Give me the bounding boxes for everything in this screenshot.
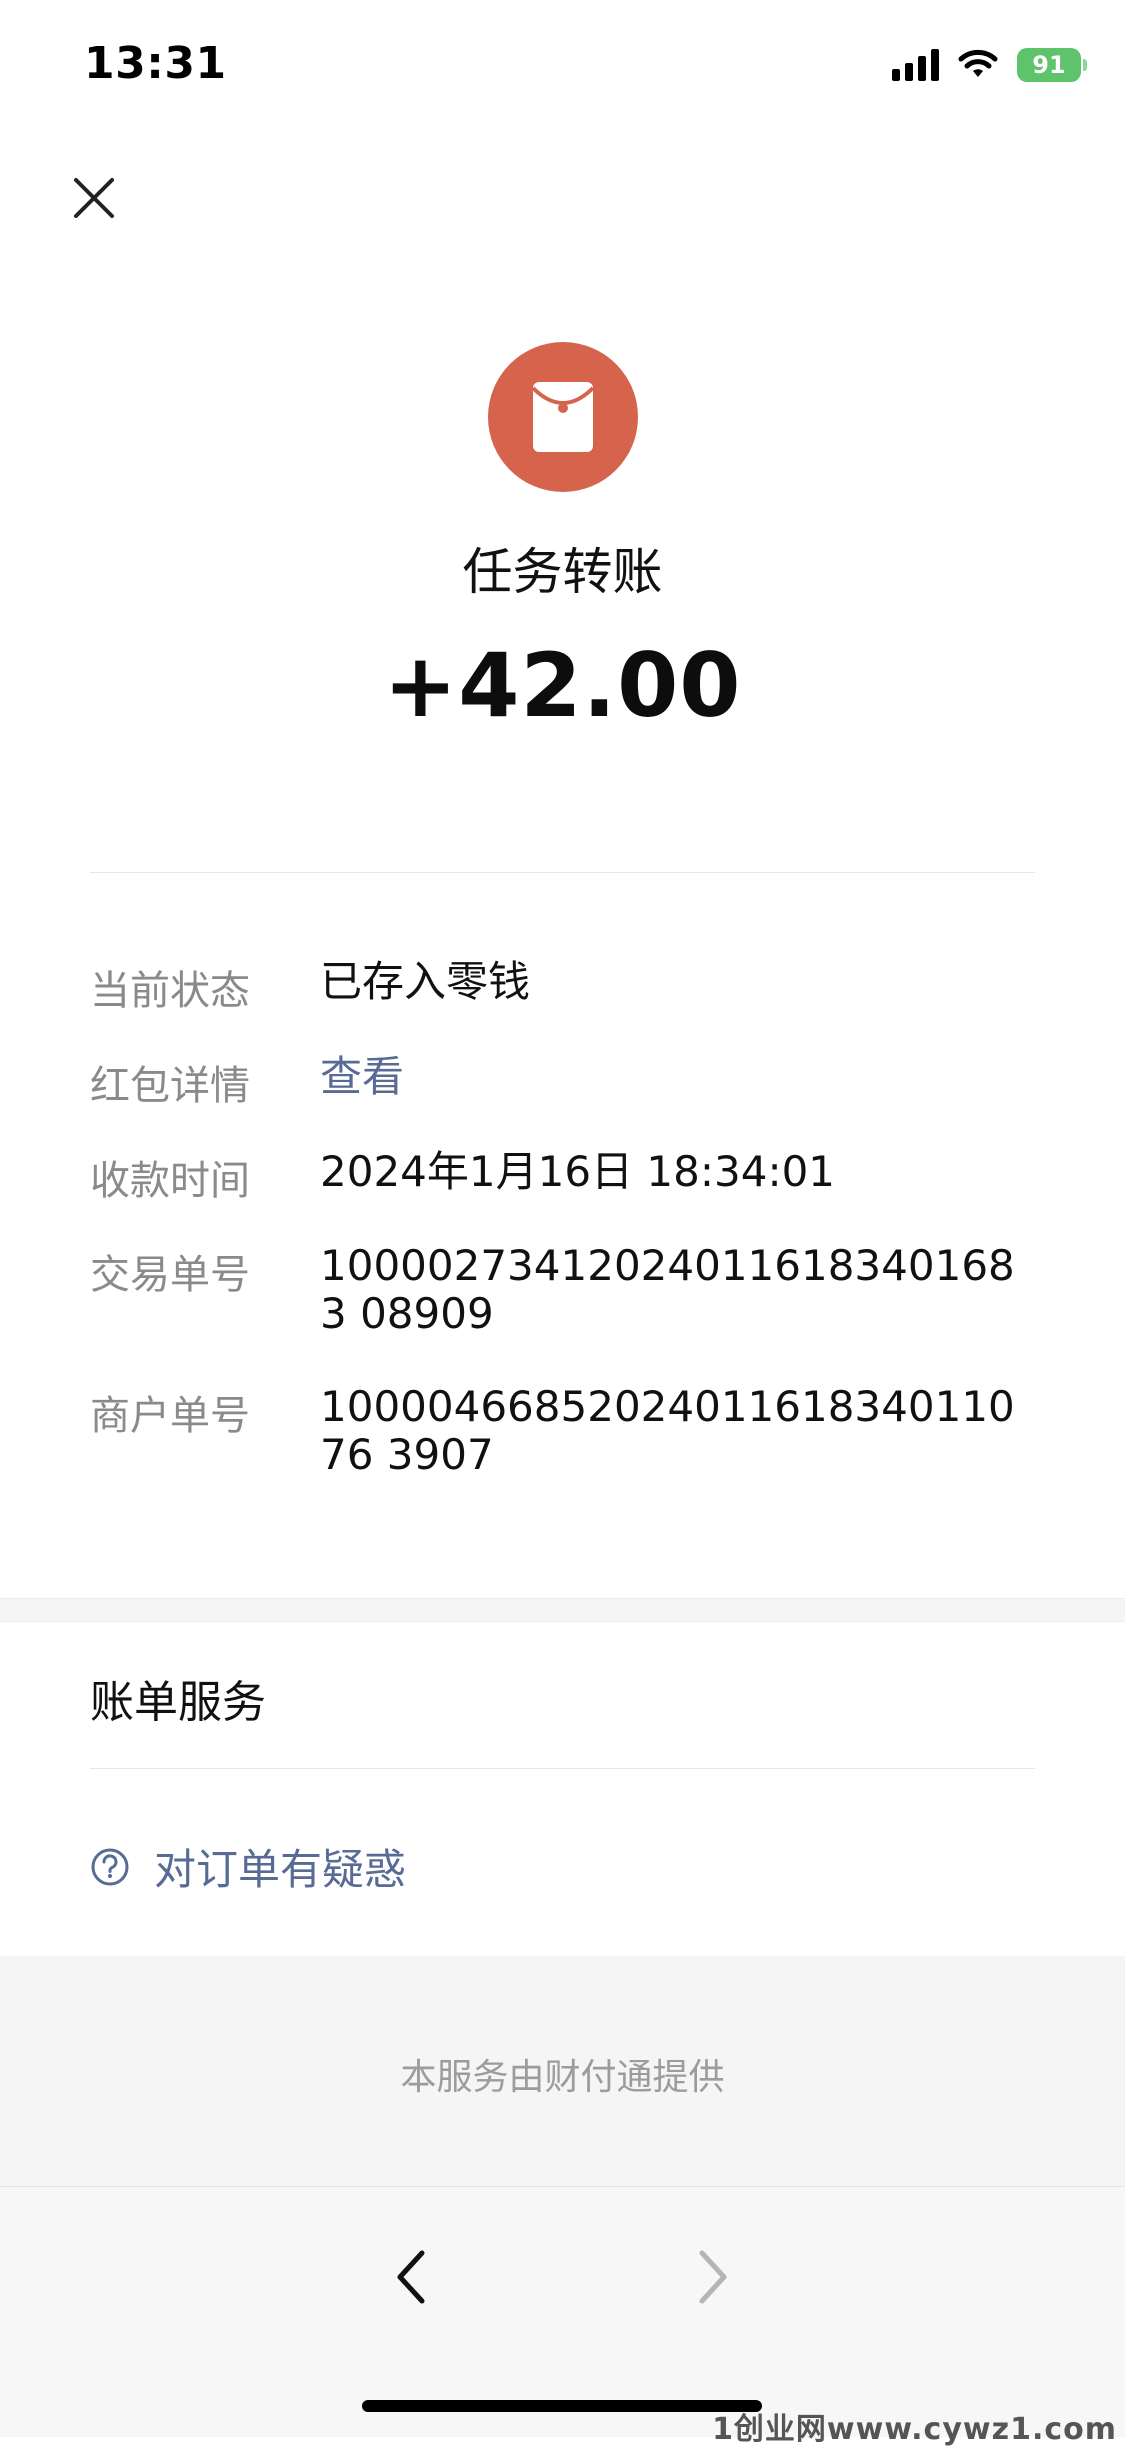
detail-value-time: 2024年1月16日 18:34:01	[320, 1147, 836, 1196]
battery-icon: 91	[1017, 48, 1087, 82]
chevron-right-icon	[699, 2250, 727, 2304]
detail-label-time: 收款时间	[90, 1158, 250, 1204]
chevron-left-icon	[397, 2250, 425, 2304]
bill-service-title: 账单服务	[90, 1677, 266, 1728]
divider	[90, 1768, 1035, 1769]
status-time: 13:31	[84, 38, 227, 89]
detail-label-transaction-id: 交易单号	[90, 1252, 250, 1298]
divider	[90, 872, 1035, 873]
view-red-packet-link[interactable]: 查看	[320, 1053, 1040, 1101]
order-question-label: 对订单有疑惑	[154, 1845, 407, 1894]
transaction-amount: +42.00	[383, 634, 742, 737]
close-icon	[74, 178, 114, 218]
detail-value-merchant-id: 1000046685202401161834011076 3907	[320, 1382, 1015, 1479]
section-separator	[0, 1598, 1125, 1622]
watermark: 1创业网www.cywz1.com	[712, 2412, 1117, 2447]
detail-label-status: 当前状态	[90, 968, 250, 1014]
close-button[interactable]	[62, 166, 126, 230]
home-indicator[interactable]	[362, 2400, 762, 2412]
transaction-avatar	[488, 342, 638, 492]
detail-label-red-packet: 红包详情	[90, 1063, 250, 1109]
battery-level: 91	[1032, 51, 1066, 79]
forward-button[interactable]	[672, 2237, 752, 2317]
wifi-icon	[958, 49, 998, 77]
order-question-button[interactable]: 对订单有疑惑	[90, 1836, 406, 1897]
transaction-title: 任务转账	[462, 543, 663, 601]
detail-value-status: 已存入零钱	[320, 957, 531, 1006]
signal-icon	[892, 49, 939, 81]
question-icon	[91, 1848, 129, 1885]
back-button[interactable]	[372, 2237, 452, 2317]
red-envelope-icon	[533, 382, 593, 452]
detail-value-transaction-id: 100002734120240116183401683 08909	[320, 1241, 1015, 1338]
status-icons: 91	[892, 48, 1087, 82]
service-provider-note: 本服务由财付通提供	[400, 2057, 725, 2098]
detail-label-merchant-id: 商户单号	[90, 1393, 250, 1439]
